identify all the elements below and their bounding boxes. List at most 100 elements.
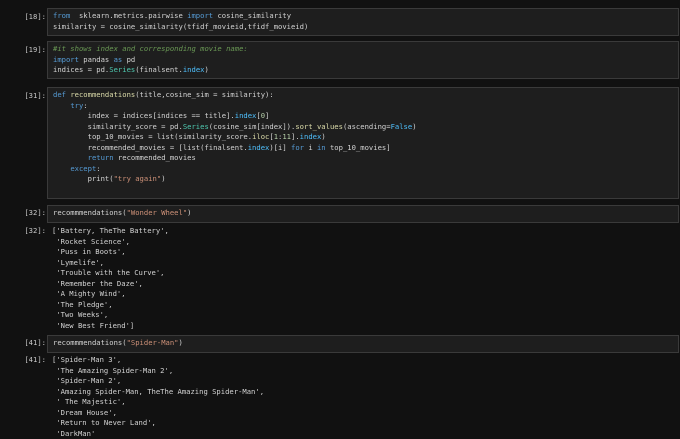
code-line: recommmendations("Spider-Man") <box>53 338 183 349</box>
code-token: (title,cosine_sim = similarity): <box>135 90 273 99</box>
output-line: 'Amazing Spider-Man, TheThe Amazing Spid… <box>52 387 264 398</box>
code-token: similarity = cosine_similarity(tfidf_mov… <box>53 22 308 31</box>
code-token <box>53 153 88 162</box>
code-line: #it shows index and corresponding movie … <box>53 44 248 55</box>
output-text: ['Spider-Man 3', 'The Amazing Spider-Man… <box>52 355 264 439</box>
code-token: (finalsent. <box>135 65 183 74</box>
code-line: indices = pd.Series(finalsent.index) <box>53 65 209 76</box>
output-prompt: [32]: <box>4 226 46 235</box>
code-line: index = indices[indices == title].index[… <box>53 111 269 122</box>
code-token: sort_values <box>295 122 343 131</box>
output-line: 'Lymelife', <box>52 258 169 269</box>
code-token: recommendations <box>70 90 135 99</box>
code-token: ) <box>321 132 325 141</box>
code-line: top_10_movies = list(similarity_score.il… <box>53 132 326 143</box>
code-token: (cosine_sim[index]). <box>209 122 296 131</box>
code-token: ) <box>187 208 191 217</box>
output-line: ' The Majestic', <box>52 397 264 408</box>
code-cell-19: [19]: #it shows index and corresponding … <box>0 41 680 77</box>
code-token <box>53 164 70 173</box>
output-line: 'Two Weeks', <box>52 310 169 321</box>
code-token: index = indices[indices == title]. <box>53 111 235 120</box>
output-line: 'The Pledge', <box>52 300 169 311</box>
code-editor[interactable]: recommmendations("Wonder Wheel") <box>47 205 679 223</box>
code-line: import pandas as pd <box>53 55 135 66</box>
code-token: "try again" <box>114 174 162 183</box>
code-editor[interactable]: def recommendations(title,cosine_sim = s… <box>47 87 679 199</box>
code-token: pd <box>122 55 135 64</box>
output-line: 'The Amazing Spider-Man 2', <box>52 366 264 377</box>
output-area-41: [41]: ['Spider-Man 3', 'The Amazing Spid… <box>0 355 680 435</box>
code-token: index <box>235 111 257 120</box>
code-token: except <box>70 164 96 173</box>
code-token: i <box>304 143 317 152</box>
code-token: recommended_movies = [list(finalsent. <box>53 143 248 152</box>
code-token: index <box>183 65 205 74</box>
code-token: False <box>391 122 413 131</box>
code-editor[interactable]: from sklearn.metrics.pairwise import cos… <box>47 8 679 36</box>
code-editor[interactable]: #it shows index and corresponding movie … <box>47 41 679 79</box>
output-line: ['Spider-Man 3', <box>52 355 264 366</box>
code-token: (ascending= <box>343 122 391 131</box>
code-token: ) <box>179 338 183 347</box>
code-line: def recommendations(title,cosine_sim = s… <box>53 90 274 101</box>
code-token: pandas <box>79 55 114 64</box>
code-token: recommended_movies <box>114 153 196 162</box>
output-prompt: [41]: <box>4 355 46 364</box>
input-prompt: [32]: <box>4 208 46 217</box>
code-line: except: <box>53 164 101 175</box>
code-token: 11 <box>282 132 291 141</box>
output-line: 'Spider-Man 2', <box>52 376 264 387</box>
code-token: import <box>53 55 79 64</box>
code-token: : <box>83 101 87 110</box>
code-line: similarity_score = pd.Series(cosine_sim[… <box>53 122 417 133</box>
code-token: as <box>114 55 123 64</box>
output-line: 'Remember the Daze', <box>52 279 169 290</box>
code-token: Series <box>183 122 209 131</box>
code-token: "Wonder Wheel" <box>127 208 188 217</box>
code-line: from sklearn.metrics.pairwise import cos… <box>53 11 291 22</box>
input-prompt: [18]: <box>4 12 46 21</box>
code-token: sklearn.metrics.pairwise <box>70 11 187 20</box>
code-token: )[i] <box>269 143 291 152</box>
code-token: : <box>96 164 100 173</box>
code-cell-31: [31]: def recommendations(title,cosine_s… <box>0 87 680 197</box>
code-line: recommmendations("Wonder Wheel") <box>53 208 192 219</box>
code-cell-41: [41]: recommmendations("Spider-Man") <box>0 335 680 351</box>
code-token: try <box>70 101 83 110</box>
code-token: index <box>300 132 322 141</box>
output-line: 'DarkMan' <box>52 429 264 439</box>
code-line: return recommended_movies <box>53 153 196 164</box>
code-line: print("try again") <box>53 174 166 185</box>
output-area-32: [32]: ['Battery, TheThe Battery', 'Rocke… <box>0 226 680 331</box>
code-token: recommmendations( <box>53 338 127 347</box>
code-token: import <box>187 11 213 20</box>
code-cell-32: [32]: recommmendations("Wonder Wheel") <box>0 205 680 221</box>
code-token: #it shows index and corresponding movie … <box>53 44 248 53</box>
code-cell-18: [18]: from sklearn.metrics.pairwise impo… <box>0 8 680 34</box>
code-token: def <box>53 90 66 99</box>
output-line: 'Rocket Science', <box>52 237 169 248</box>
output-line: ['Battery, TheThe Battery', <box>52 226 169 237</box>
output-text: ['Battery, TheThe Battery', 'Rocket Scie… <box>52 226 169 331</box>
input-prompt: [31]: <box>4 91 46 100</box>
code-token: cosine_similarity <box>213 11 291 20</box>
code-token: from <box>53 11 70 20</box>
code-token: top_10_movies] <box>326 143 391 152</box>
code-token: for <box>291 143 304 152</box>
code-token <box>53 101 70 110</box>
code-token: ) <box>161 174 165 183</box>
output-line: 'Puss in Boots', <box>52 247 169 258</box>
code-token: return <box>88 153 114 162</box>
code-editor[interactable]: recommmendations("Spider-Man") <box>47 335 679 353</box>
output-line: 'Dream House', <box>52 408 264 419</box>
code-token: "Spider-Man" <box>127 338 179 347</box>
code-line: try: <box>53 101 88 112</box>
code-token: in <box>317 143 326 152</box>
code-token: similarity_score = pd. <box>53 122 183 131</box>
code-token: Series <box>109 65 135 74</box>
code-token: iloc <box>252 132 269 141</box>
code-line: recommended_movies = [list(finalsent.ind… <box>53 143 391 154</box>
code-line: similarity = cosine_similarity(tfidf_mov… <box>53 22 308 33</box>
code-token: ]. <box>291 132 300 141</box>
